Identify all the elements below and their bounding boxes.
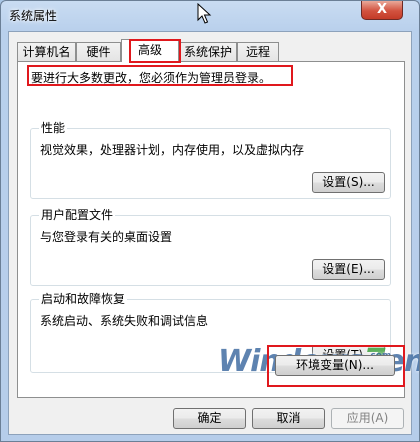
advanced-tab-panel: 要进行大多数更改，您必须作为管理员登录。 性能 视觉效果，处理器计划，内存使用，… xyxy=(17,61,419,398)
performance-group: 性能 视觉效果，处理器计划，内存使用，以及虚拟内存 设置(S)... xyxy=(30,121,391,199)
window-title: 系统属性 xyxy=(9,9,58,23)
advanced-tab-highlight xyxy=(129,39,181,63)
ok-button[interactable]: 确定 xyxy=(173,408,246,429)
tab-hardware[interactable]: 硬件 xyxy=(76,42,121,61)
startup-recovery-group-title: 启动和故障恢复 xyxy=(39,292,128,307)
startup-recovery-description: 系统启动、系统失败和调试信息 xyxy=(40,314,209,328)
mouse-cursor-icon xyxy=(197,3,212,24)
performance-description: 视觉效果，处理器计划，内存使用，以及虚拟内存 xyxy=(40,143,305,157)
performance-settings-button[interactable]: 设置(S)... xyxy=(312,172,385,193)
performance-group-title: 性能 xyxy=(39,121,68,136)
apply-button[interactable]: 应用(A) xyxy=(331,408,404,429)
user-profiles-description: 与您登录有关的桌面设置 xyxy=(40,230,173,244)
tab-remote[interactable]: 远程 xyxy=(237,42,279,61)
tab-system-protection[interactable]: 系统保护 xyxy=(179,42,237,61)
user-profiles-settings-button[interactable]: 设置(E)... xyxy=(312,259,385,280)
environment-variables-button[interactable]: 环境变量(N)... xyxy=(275,355,395,376)
tab-strip: 计算机名 硬件 高级 系统保护 远程 xyxy=(17,39,407,63)
user-profiles-group-title: 用户配置文件 xyxy=(39,208,116,223)
admin-notice-text: 要进行大多数更改，您必须作为管理员登录。 xyxy=(31,71,272,85)
close-icon: X xyxy=(376,2,388,17)
close-button[interactable]: X xyxy=(361,1,403,20)
user-profiles-group: 用户配置文件 与您登录有关的桌面设置 设置(E)... xyxy=(30,208,391,286)
dialog-client-area: 计算机名 硬件 高级 系统保护 远程 要进行大多数更改，您必须作为管理员登录。 … xyxy=(8,31,419,435)
system-properties-window: 系统属性 X 计算机名 硬件 高级 系统保护 远程 要进行大多数更改，您必须作为… xyxy=(0,0,420,442)
tab-computer-name[interactable]: 计算机名 xyxy=(17,42,76,61)
title-bar[interactable]: 系统属性 X xyxy=(1,1,419,31)
cancel-button[interactable]: 取消 xyxy=(252,408,325,429)
